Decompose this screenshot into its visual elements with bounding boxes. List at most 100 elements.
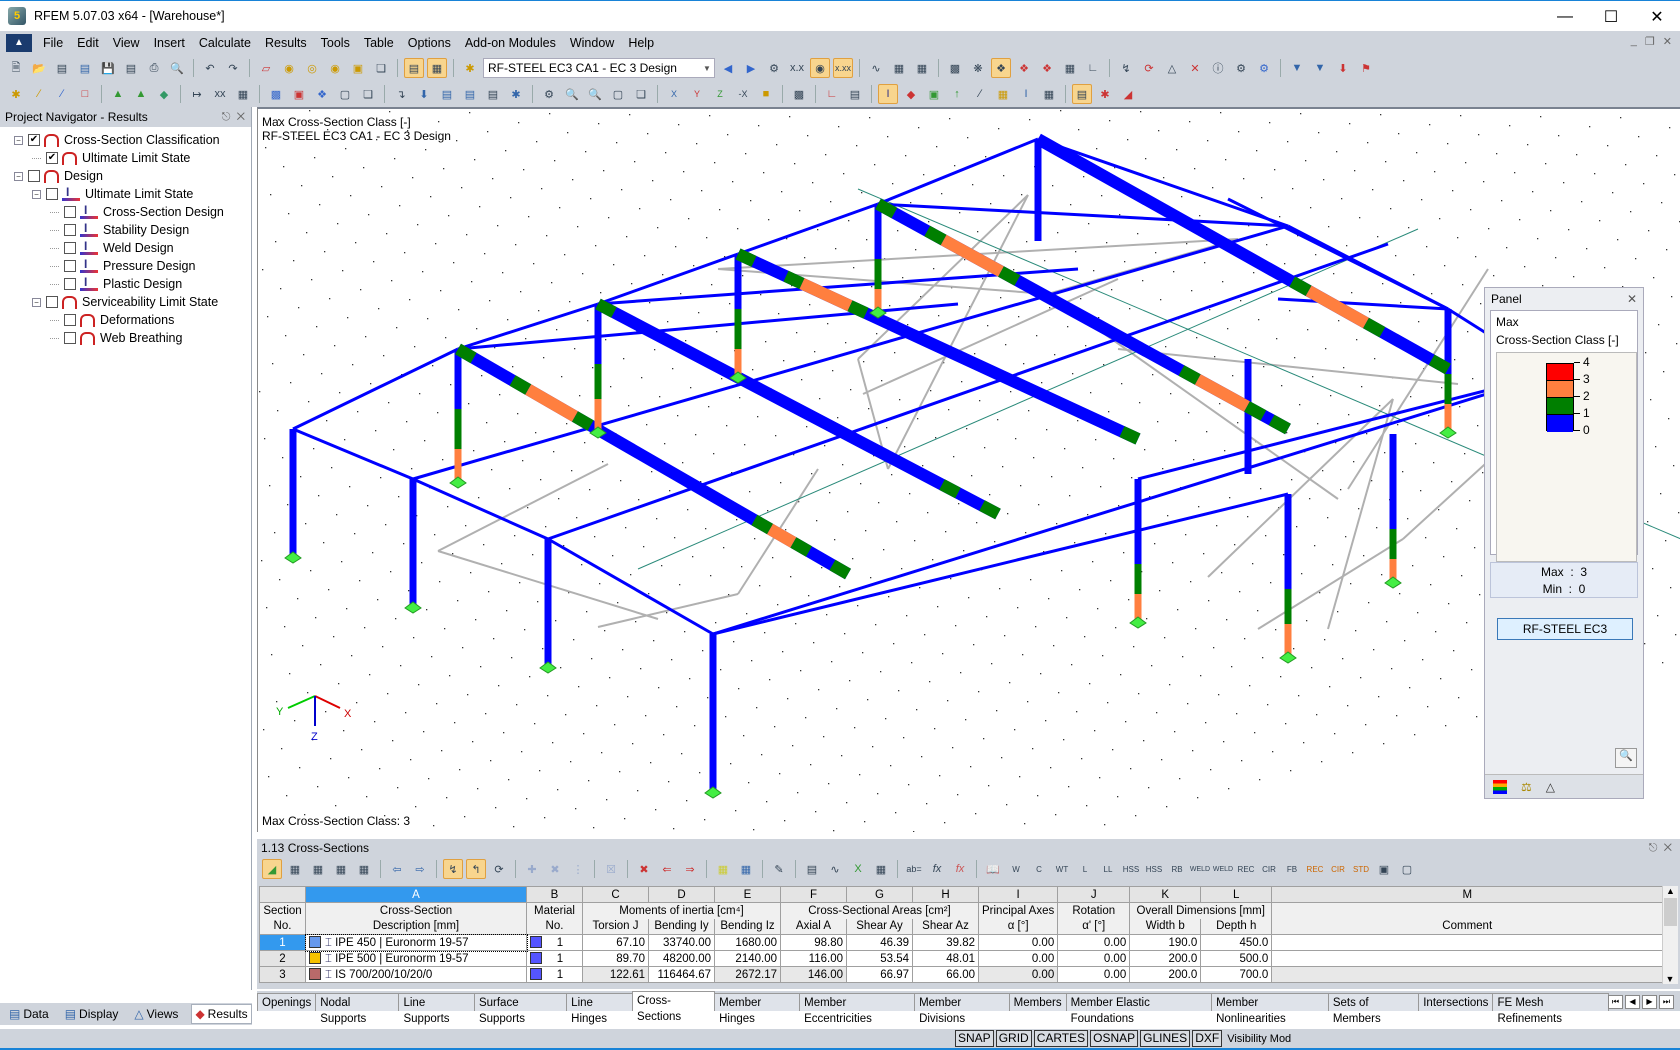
microscope-icon[interactable]: △ [1546, 780, 1555, 794]
nodal-support-icon[interactable] [1384, 576, 1402, 589]
sheet-tab[interactable]: Member Hinges [714, 993, 801, 1025]
shear-y-cell[interactable]: 53.54 [846, 950, 913, 967]
workplane-icon[interactable]: ❖ [991, 58, 1011, 78]
comment-cell[interactable] [1271, 934, 1664, 951]
delete-all-icon[interactable]: ✖ [634, 859, 654, 879]
excel-icon[interactable]: X [848, 859, 868, 879]
collapse-icon[interactable]: − [14, 135, 23, 145]
bracing-member[interactable] [1257, 538, 1404, 630]
clear-row-icon[interactable]: ▦ [354, 859, 374, 879]
rotate-icon[interactable]: ⟳ [1139, 58, 1159, 78]
surface-results-icon[interactable]: ◆ [901, 84, 921, 104]
checkbox[interactable] [46, 188, 58, 200]
scrollbar-thumb[interactable] [1664, 898, 1677, 926]
nodal-support-icon[interactable] [539, 661, 557, 674]
bending-z-cell[interactable]: 2140.00 [714, 950, 781, 967]
checkbox[interactable] [64, 278, 76, 290]
purlin-member[interactable] [292, 427, 414, 481]
timber-rec-icon[interactable]: REC [1305, 859, 1325, 879]
column-m-header[interactable]: M [1271, 886, 1664, 903]
color-scale-tab-icon[interactable] [1493, 779, 1507, 794]
select-zoom-icon[interactable]: ◉ [325, 58, 345, 78]
rafter-segment[interactable] [979, 500, 1001, 520]
sync-icon[interactable]: ⟳ [489, 859, 509, 879]
alpha-cell[interactable]: 0.00 [977, 934, 1059, 951]
prev-table-icon[interactable]: ⇦ [387, 859, 407, 879]
new-support-icon[interactable]: ▲ [108, 84, 128, 104]
settings-icon[interactable]: ⚙ [1254, 58, 1274, 78]
rafter-segment[interactable] [924, 225, 947, 246]
balance-icon[interactable]: ⚖ [1521, 780, 1532, 794]
nav-item[interactable]: Deformations [0, 311, 251, 329]
column-c-header[interactable]: C [582, 886, 649, 903]
shear-y-cell[interactable]: 46.39 [846, 934, 913, 951]
filter-icon[interactable]: ↯ [443, 859, 463, 879]
width-cell[interactable]: 190.0 [1129, 934, 1202, 951]
solid-icon[interactable]: ▣ [289, 84, 309, 104]
free-load-icon[interactable]: ▤ [483, 84, 503, 104]
structure-model[interactable] [258, 109, 1680, 832]
first-tab-icon[interactable]: ⏮ [1608, 995, 1623, 1009]
generate-icon[interactable]: ⚙ [539, 84, 559, 104]
menu-view[interactable]: View [106, 36, 147, 50]
new-surface-icon[interactable]: □ [75, 84, 95, 104]
insert-row-icon[interactable]: ▦ [285, 859, 305, 879]
link-icon[interactable]: ∿ [825, 859, 845, 879]
rafter-segment[interactable] [1363, 317, 1386, 338]
purlin-member[interactable] [877, 202, 1289, 228]
coordinate-icon[interactable]: ∟ [1083, 58, 1103, 78]
rafter-segment[interactable] [1289, 276, 1312, 297]
rafter-segment[interactable] [455, 343, 477, 364]
checkbox[interactable] [28, 170, 40, 182]
sketch-icon[interactable]: ▱ [256, 58, 276, 78]
tab-data[interactable]: ▤ Data [6, 1005, 52, 1023]
column-g-header[interactable]: G [846, 886, 913, 903]
sheet-tab[interactable]: Line Supports [398, 993, 475, 1025]
nav-item[interactable]: Cross-Section Design [0, 203, 251, 221]
menu-help[interactable]: Help [621, 36, 661, 50]
navigator-close-icon[interactable]: ✕ [237, 111, 245, 123]
sheet-tab[interactable]: Cross-Sections [632, 991, 716, 1023]
glines-toggle[interactable]: GLINES [1140, 1030, 1191, 1047]
delete-icon[interactable]: ☒ [601, 859, 621, 879]
line-results-icon[interactable]: ∕ [970, 84, 990, 104]
collapse-icon[interactable]: − [32, 297, 41, 307]
rafter-segment[interactable] [1428, 354, 1451, 375]
rafter-segment[interactable] [1305, 285, 1369, 329]
alpha-cell[interactable]: 0.00 [977, 966, 1059, 983]
menu-tools[interactable]: Tools [314, 36, 357, 50]
rafter-member[interactable] [1035, 133, 1451, 375]
import-table-icon[interactable]: ▤ [802, 859, 822, 879]
calculator-icon[interactable]: ▦ [871, 859, 891, 879]
import-icon[interactable]: ▼ [1310, 58, 1330, 78]
comment-icon[interactable]: xx [210, 84, 230, 104]
sheet-tab[interactable]: Members [1008, 993, 1067, 1011]
surface-load-icon[interactable]: ▤ [460, 84, 480, 104]
sheet-tab[interactable]: Member Eccentricities [799, 993, 916, 1025]
select-node-icon[interactable]: ◉ [279, 58, 299, 78]
sheet-tab[interactable]: Member Divisions [914, 993, 1010, 1025]
nodal-load-icon[interactable]: ↴ [391, 84, 411, 104]
nav-item[interactable]: Plastic Design [0, 275, 251, 293]
section-ll-icon[interactable]: LL [1098, 859, 1118, 879]
zoom-window-icon[interactable]: 🔍 [562, 84, 582, 104]
guideline-icon[interactable]: ▦ [233, 84, 253, 104]
document-icon[interactable]: ▲ [6, 34, 32, 52]
shear-z-cell[interactable]: 39.82 [912, 934, 979, 951]
nav-item[interactable]: − ✔ Cross-Section Classification [0, 131, 251, 149]
results-icon[interactable]: ⚙ [764, 58, 784, 78]
sheet-tab[interactable]: Intersections [1418, 993, 1494, 1011]
dxf-toggle[interactable]: DXF [1192, 1030, 1223, 1047]
bending-y-cell[interactable]: 116464.67 [648, 966, 715, 983]
member-load-icon[interactable]: ⬇ [414, 84, 434, 104]
nodal-support-icon[interactable] [284, 551, 302, 564]
formula-icon[interactable]: fx [927, 859, 947, 879]
nodal-support-icon[interactable] [1439, 426, 1457, 439]
alpha-prime-cell[interactable]: 0.00 [1057, 934, 1131, 951]
torsion-cell[interactable]: 67.10 [582, 934, 649, 951]
section-weld-i-icon[interactable]: WELD [1190, 859, 1210, 879]
collapse-icon[interactable]: − [14, 171, 23, 181]
sheet-tab[interactable]: Nodal Supports [315, 993, 400, 1025]
menu-calculate[interactable]: Calculate [192, 36, 258, 50]
bending-z-cell[interactable]: 2672.17 [714, 966, 781, 983]
